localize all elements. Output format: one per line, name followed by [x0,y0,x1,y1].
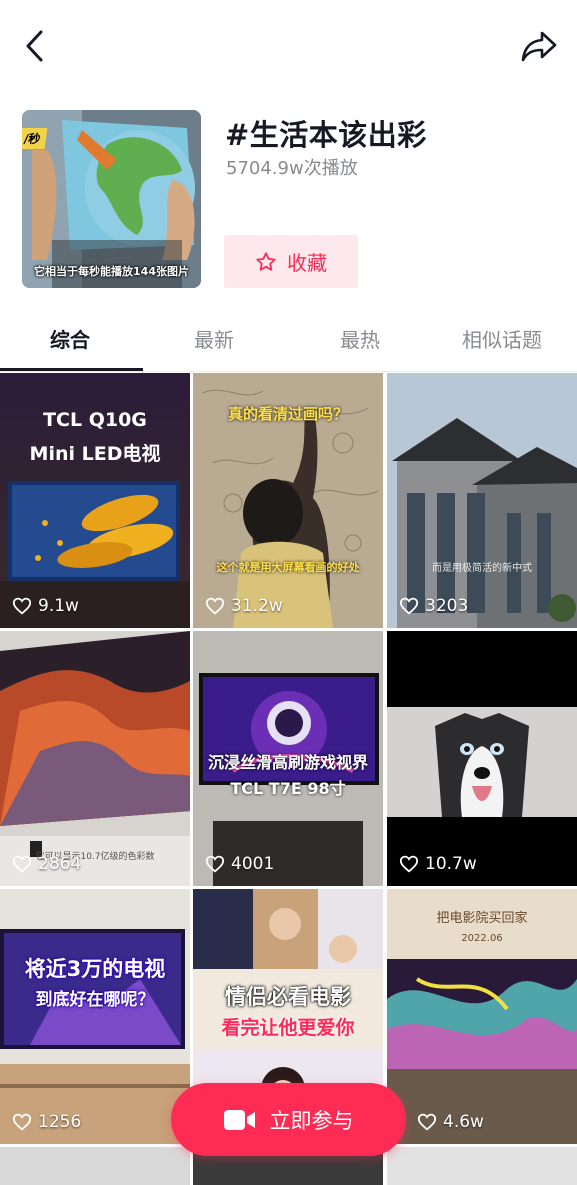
like-count-value: 9.1w [38,596,79,616]
back-arrow-icon [26,30,43,62]
like-count: 4.6w [417,1112,565,1132]
video-caption-top: 真的看清过画吗？ [227,405,348,423]
tab-latest[interactable]: 最新 [194,324,234,353]
heart-icon [417,1113,437,1131]
like-count: 10.7w [399,854,477,874]
like-count: 3203 [399,596,468,616]
favorite-label: 收藏 [287,251,327,275]
like-count-value: 31.2w [231,596,283,616]
video-caption-bottom: 到底好在哪呢？ [35,990,155,1010]
video-caption-top: 将近3万的电视 [24,957,166,981]
favorite-button[interactable]: 收藏 [224,235,358,288]
like-count-value: 4.6w [443,1112,484,1132]
heart-icon [205,855,225,873]
video-caption-bottom: 而是用极简活的新中式 [432,563,532,574]
video-caption-top: 沉浸丝滑高刷游戏视界 [207,753,368,772]
share-button[interactable] [519,28,559,64]
heart-icon [12,1113,32,1131]
share-icon [521,31,557,62]
like-count-value: 3203 [425,596,469,616]
video-tile[interactable]: 把电影院买回家 2022.06 4.6w [387,889,577,1144]
video-caption-bottom: 2022.06 [461,933,503,944]
like-count: 9.1w [12,596,79,616]
video-tile[interactable]: 真的看清过画吗？ 这个就是用大屏幕看画的好处 31.2w [193,373,383,628]
heart-icon [399,855,419,873]
like-count: 1256 [12,1112,81,1132]
heart-icon [205,597,225,615]
back-button[interactable] [16,28,52,64]
video-caption-top: 把电影院买回家 [436,911,528,926]
heart-icon [399,597,419,615]
tab-bar: 综合 最新 最热 相似话题 [0,312,577,372]
topic-cover-image[interactable]: /秒 它相当于每秒能播放144张图片 [22,110,201,288]
view-count: 5704.9w次播放 [226,158,358,179]
video-tile[interactable] [0,1147,190,1185]
video-tile[interactable]: 它可以显示10.7亿级的色彩数 2864 [0,631,190,886]
video-camera-icon [223,1109,255,1130]
like-count-value: 10.7w [425,854,477,874]
like-count-value: 1256 [38,1112,82,1132]
video-tile[interactable]: 将近3万的电视 到底好在哪呢？ 1256 [0,889,190,1144]
video-caption-bottom: TCL T7E 98寸 [230,779,346,798]
tab-hottest[interactable]: 最热 [340,324,380,353]
top-bar [0,0,577,95]
heart-icon [12,855,32,873]
video-tile[interactable] [387,1147,577,1185]
heart-icon [12,597,32,615]
join-button-label: 立即参与 [269,1108,354,1133]
video-caption-bottom: 看完让他更爱你 [221,1017,355,1039]
like-count: 2864 [12,854,81,874]
video-caption-top: TCL Q10G [43,409,147,431]
video-caption-top: 情侣必看电影 [225,985,351,1009]
cover-tag: /秒 [22,128,48,149]
like-count-value: 4001 [231,854,275,874]
topic-header: /秒 它相当于每秒能播放144张图片 #生活本该出彩 5704.9w次播放 收藏 [0,108,577,290]
like-count: 4001 [205,854,274,874]
video-grid: TCL Q10G Mini LED电视 9.1w 真的看清过画吗？ 这个就是用大… [0,373,577,1185]
star-icon [256,251,276,271]
like-count: 31.2w [205,596,283,616]
video-tile[interactable]: 而是用极简活的新中式 3203 [387,373,577,628]
tab-similar-topics[interactable]: 相似话题 [462,324,542,353]
tab-divider [0,371,577,372]
video-tile[interactable]: 沉浸丝滑高刷游戏视界 TCL T7E 98寸 4001 [193,631,383,886]
topic-title: #生活本该出彩 [225,118,427,152]
like-count-value: 2864 [38,854,82,874]
video-tile[interactable]: 10.7w [387,631,577,886]
video-caption-bottom: 这个就是用大屏幕看画的好处 [216,561,360,574]
video-caption-bottom: Mini LED电视 [29,443,161,465]
tab-comprehensive[interactable]: 综合 [50,324,90,353]
video-tile[interactable]: TCL Q10G Mini LED电视 9.1w [0,373,190,628]
join-button[interactable]: 立即参与 [171,1083,406,1156]
cover-caption: 它相当于每秒能播放144张图片 [34,265,189,278]
